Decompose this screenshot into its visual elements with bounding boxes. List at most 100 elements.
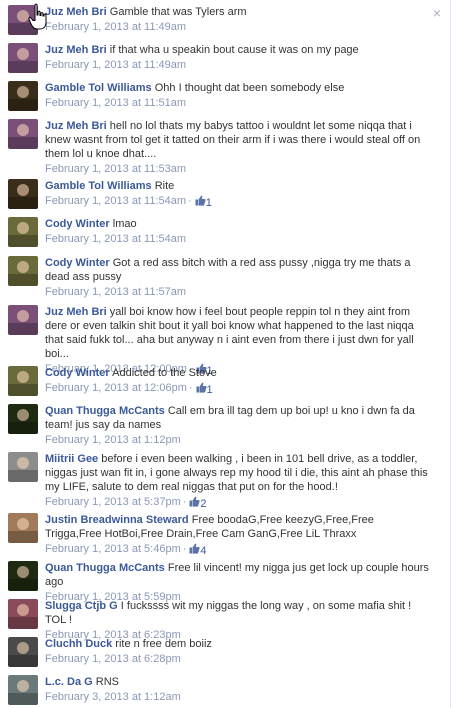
meta-separator: · [188, 195, 192, 207]
comment-author-link[interactable]: Quan Thugga McCants [45, 405, 165, 417]
comment-text: before i even been walking , i been in 1… [45, 453, 428, 493]
comment-body: Justin Breadwinna Steward Free boodaG,Fr… [45, 513, 430, 558]
comment-line: Gamble Tol Williams Ohh I thought dat be… [45, 81, 430, 95]
comment-line: Juz Meh Bri if that wha u speakin bout c… [45, 43, 430, 57]
avatar[interactable] [8, 43, 38, 73]
avatar[interactable] [8, 179, 38, 209]
comment-body: Quan Thugga McCants Free lil vincent! my… [45, 561, 430, 604]
comment-line: Quan Thugga McCants Call em bra ill tag … [45, 404, 430, 432]
comment-text: Addicted to the Stove [112, 367, 217, 379]
close-icon[interactable]: × [430, 6, 444, 20]
comment-timestamp[interactable]: February 1, 2013 at 11:53am [45, 163, 186, 175]
comment-author-link[interactable]: Juz Meh Bri [45, 44, 107, 56]
comment-author-link[interactable]: Juz Meh Bri [45, 306, 107, 318]
comment-meta: February 1, 2013 at 11:49am [45, 21, 430, 34]
comment-timestamp[interactable]: February 1, 2013 at 11:57am [45, 286, 186, 298]
avatar[interactable] [8, 256, 38, 286]
avatar[interactable] [8, 675, 38, 705]
avatar[interactable] [8, 81, 38, 111]
avatar[interactable] [8, 217, 38, 247]
comment-author-link[interactable]: Gamble Tol Williams [45, 82, 152, 94]
like-count-button[interactable]: 1 [195, 195, 212, 210]
comment-author-link[interactable]: Cluchh Duck [45, 638, 112, 650]
comment-author-link[interactable]: Cody Winter [45, 218, 110, 230]
avatar[interactable] [8, 637, 38, 667]
avatar[interactable] [8, 119, 38, 149]
comment-text: lmao [112, 218, 137, 230]
comment-author-link[interactable]: Gamble Tol Williams [45, 180, 152, 192]
like-count: 1 [206, 384, 213, 396]
comment-timestamp[interactable]: February 1, 2013 at 1:12pm [45, 434, 181, 446]
comment-text: RNS [95, 676, 119, 688]
comment-text: Ohh I thought dat been somebody else [154, 82, 345, 94]
avatar[interactable] [8, 452, 38, 482]
comment-meta: February 1, 2013 at 11:53am [45, 163, 430, 176]
thumbs-up-icon [196, 382, 207, 393]
like-count-button[interactable]: 4 [189, 543, 207, 558]
comment-body: Quan Thugga McCants Call em bra ill tag … [45, 404, 430, 447]
comment-line: Cluchh Duck rite n free dem boiiz [45, 637, 430, 651]
comment-body: Juz Meh Bri if that wha u speakin bout c… [45, 43, 430, 72]
comment-timestamp[interactable]: February 1, 2013 at 12:06pm [45, 382, 187, 394]
comment-line: Quan Thugga McCants Free lil vincent! my… [45, 561, 430, 589]
comment-meta: February 1, 2013 at 6:28pm [45, 653, 430, 666]
comment-text: Rite [154, 180, 175, 192]
like-count-button[interactable]: 1 [196, 382, 213, 397]
comment-meta: February 1, 2013 at 1:12pm [45, 434, 430, 447]
comment-timestamp[interactable]: February 1, 2013 at 11:49am [45, 21, 186, 33]
comment-timestamp[interactable]: February 1, 2013 at 5:46pm [45, 543, 181, 555]
comment-timestamp[interactable]: February 1, 2013 at 11:54am [45, 195, 186, 207]
comment-timestamp[interactable]: February 1, 2013 at 11:51am [45, 97, 186, 109]
comment-meta: February 1, 2013 at 5:37pm · 2 [45, 496, 430, 511]
comment-meta: February 1, 2013 at 11:54am [45, 233, 430, 246]
comment-line: Cody Winter Got a red ass bitch with a r… [45, 256, 430, 284]
comment-timestamp[interactable]: February 1, 2013 at 11:49am [45, 59, 186, 71]
comment-body: Cody Winter lmao February 1, 2013 at 11:5… [45, 217, 430, 246]
like-count-button[interactable]: 2 [189, 496, 207, 511]
avatar[interactable] [8, 561, 38, 591]
avatar[interactable] [8, 305, 38, 335]
thumbs-up-icon [189, 496, 201, 507]
comment-body: Slugga Ctjb G I fuckssss wit my niggas t… [45, 599, 430, 642]
comment-meta: February 1, 2013 at 11:54am · 1 [45, 195, 430, 210]
avatar[interactable] [8, 404, 38, 434]
avatar[interactable] [8, 513, 38, 543]
comment-line: Justin Breadwinna Steward Free boodaG,Fr… [45, 513, 430, 541]
hand-cursor-icon [28, 3, 47, 30]
comment-body: Gamble Tol Williams Ohh I thought dat be… [45, 81, 430, 110]
comment-body: L.c. Da G RNS February 3, 2013 at 1:12am [45, 675, 430, 704]
comment-author-link[interactable]: Juz Meh Bri [45, 120, 107, 132]
comment-line: Juz Meh Bri hell no lol thats my babys t… [45, 119, 430, 161]
comment-timestamp[interactable]: February 1, 2013 at 5:37pm [45, 496, 181, 508]
avatar[interactable] [8, 366, 38, 396]
comment-timestamp[interactable]: February 3, 2013 at 1:12am [45, 691, 181, 703]
comment-author-link[interactable]: Slugga Ctjb G [45, 600, 118, 612]
comment-timestamp[interactable]: February 1, 2013 at 6:28pm [45, 653, 181, 665]
comment-meta: February 1, 2013 at 12:06pm · 1 [45, 382, 430, 397]
meta-separator: · [182, 543, 187, 555]
comment-body: Cody Winter Got a red ass bitch with a r… [45, 256, 430, 299]
comment-line: Cody Winter Addicted to the Stove [45, 366, 430, 380]
comment-author-link[interactable]: L.c. Da G [45, 676, 93, 688]
comment-author-link[interactable]: Justin Breadwinna Steward [45, 514, 189, 526]
comment-author-link[interactable]: Quan Thugga McCants [45, 562, 165, 574]
comment-body: Gamble Tol Williams Rite February 1, 2013… [45, 179, 430, 210]
like-count: 1 [205, 197, 212, 209]
comment-author-link[interactable]: Juz Meh Bri [45, 6, 107, 18]
comment-meta: February 1, 2013 at 11:49am [45, 59, 430, 72]
comment-line: Juz Meh Bri Gamble that was Tylers arm [45, 5, 430, 19]
like-count: 2 [200, 498, 207, 510]
avatar[interactable] [8, 599, 38, 629]
comment-author-link[interactable]: Miitrii Gee [45, 453, 98, 465]
comment-timestamp[interactable]: February 1, 2013 at 11:54am [45, 233, 186, 245]
comment-author-link[interactable]: Cody Winter [45, 367, 110, 379]
comment-line: Miitrii Gee before i even been walking ,… [45, 452, 430, 494]
comment-body: Juz Meh Bri Gamble that was Tylers arm Fe… [45, 5, 430, 34]
comment-line: Cody Winter lmao [45, 217, 430, 231]
like-count: 4 [200, 545, 207, 557]
comment-line: Gamble Tol Williams Rite [45, 179, 430, 193]
comment-line: Juz Meh Bri yall boi know how i feel bou… [45, 305, 430, 361]
thumbs-up-icon [189, 543, 201, 554]
comment-author-link[interactable]: Cody Winter [45, 257, 110, 269]
comment-text: rite n free dem boiiz [115, 638, 212, 650]
